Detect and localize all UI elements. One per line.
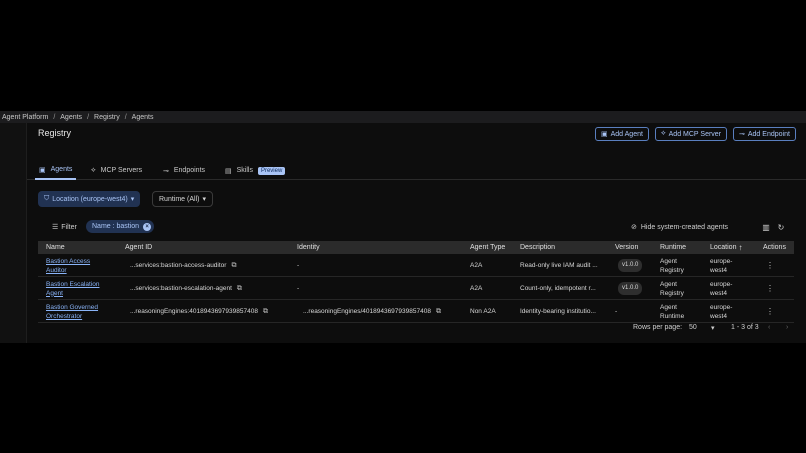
next-page-icon[interactable]: ›	[786, 324, 788, 331]
visibility-off-icon: ⊘	[631, 224, 637, 231]
add-mcp-server-button[interactable]: ⟡ Add MCP Server	[655, 127, 728, 141]
page-title: Registry	[38, 128, 72, 138]
add-endpoint-button[interactable]: ⊸ Add Endpoint	[733, 127, 796, 141]
more-actions-icon[interactable]: ⋮	[766, 300, 774, 323]
identity-cell: -	[297, 285, 300, 292]
description-cell: Count-only, idempotent r...	[520, 285, 596, 292]
table-row: Bastion Governed Orchestrator ...reasoni…	[38, 300, 794, 323]
copy-icon[interactable]: ⧉	[263, 307, 268, 316]
filter-icon: ⛉	[44, 195, 50, 202]
agent-name-link[interactable]: Bastion Governed Orchestrator	[46, 300, 98, 323]
copy-icon[interactable]: ⧉	[436, 307, 441, 316]
column-header-description[interactable]: Description	[520, 241, 555, 254]
agent-name-link[interactable]: Bastion Access Auditor	[46, 254, 90, 277]
mcp-icon: ⟡	[661, 130, 666, 137]
dropdown-arrow-icon: ▾	[202, 196, 206, 203]
description-cell: Read-only live IAM audit ...	[520, 262, 598, 269]
column-header-agent-id[interactable]: Agent ID	[125, 241, 152, 254]
name-filter-chip[interactable]: Name : bastion ×	[86, 220, 155, 233]
column-display-icon[interactable]: ▥	[760, 220, 772, 234]
tab-mcp-servers[interactable]: ⟡ MCP Servers	[91, 161, 142, 180]
rows-per-page-label: Rows per page:	[633, 324, 683, 331]
clear-chip-icon[interactable]: ×	[143, 222, 152, 231]
hide-system-agents-toggle[interactable]: ⊘ Hide system-created agents	[631, 220, 728, 234]
agent-id-cell: ...reasoningEngines:4018943697939857408 …	[130, 307, 268, 316]
dropdown-arrow-icon: ▾	[130, 196, 135, 203]
tab-endpoints[interactable]: ⊸ Endpoints	[163, 161, 205, 180]
agent-id-cell: ...services:bastion-access-auditor ⧉	[130, 261, 237, 270]
location-cell: europe- west4	[710, 257, 733, 274]
agent-type-cell: Non A2A	[470, 308, 496, 315]
column-header-identity[interactable]: Identity	[297, 241, 320, 254]
version-cell: v1.0.0	[618, 277, 643, 300]
tab-agents[interactable]: ▣ Agents	[35, 161, 77, 180]
location-cell: europe- west4	[710, 280, 733, 297]
runtime-cell: Agent Registry	[660, 257, 684, 274]
identity-cell: ...reasoningEngines/4018943697939857408 …	[303, 307, 441, 316]
agent-type-cell: A2A	[470, 285, 483, 292]
version-badge: v1.0.0	[618, 259, 643, 272]
left-rail	[0, 123, 27, 343]
table-row: Bastion Escalation Agent ...services:bas…	[38, 277, 794, 300]
runtime-filter-chip[interactable]: Runtime (All) ▾	[152, 191, 213, 207]
sort-arrow-up-icon: ↑	[738, 243, 743, 252]
dropdown-arrow-icon[interactable]: ▾	[711, 324, 715, 332]
endpoint-icon: ⊸	[163, 167, 169, 175]
agent-icon: ▣	[601, 131, 608, 138]
agent-type-cell: A2A	[470, 262, 483, 269]
column-header-actions: Actions	[763, 244, 786, 251]
tab-bar: ▣ Agents ⟡ MCP Servers ⊸ Endpoints ▤ Ski…	[27, 161, 806, 180]
pagination: Rows per page: 50 ▾ 1 - 3 of 3 ‹ ›	[633, 324, 789, 332]
runtime-cell: Agent Runtime	[660, 303, 685, 320]
mcp-icon: ⟡	[91, 166, 96, 174]
column-header-runtime[interactable]: Runtime	[660, 241, 686, 254]
column-header-location[interactable]: Location ↑	[710, 241, 742, 254]
agent-id-cell: ...services:bastion-escalation-agent ⧉	[130, 284, 242, 293]
endpoint-icon: ⊸	[739, 131, 745, 138]
column-header-name[interactable]: Name	[46, 241, 65, 254]
breadcrumb-item-current: Agents	[131, 113, 154, 121]
version-cell: v1.0.0	[618, 254, 643, 277]
previous-page-icon[interactable]: ‹	[768, 324, 770, 331]
top-blank-area	[0, 0, 806, 111]
skills-icon: ▤	[225, 167, 232, 175]
version-badge: v1.0.0	[618, 282, 643, 295]
breadcrumb-item-agents[interactable]: Agents	[60, 114, 82, 121]
runtime-cell: Agent Registry	[660, 280, 684, 297]
table-row: Bastion Access Auditor ...services:basti…	[38, 254, 794, 277]
location-filter-chip[interactable]: ⛉ Location (europe-west4) ▾	[38, 191, 141, 207]
breadcrumb-item-registry[interactable]: Registry	[94, 114, 120, 121]
page-range: 1 - 3 of 3	[731, 324, 759, 331]
copy-icon[interactable]: ⧉	[237, 284, 242, 293]
app-body: Registry ▣ Add Agent ⟡ Add MCP Server ⊸ …	[0, 123, 806, 453]
filter-list-icon: ☰	[52, 224, 59, 231]
main-content: Registry ▣ Add Agent ⟡ Add MCP Server ⊸ …	[27, 123, 806, 343]
filter-button[interactable]: ☰ Filter	[52, 220, 77, 234]
preview-badge: Preview	[257, 166, 286, 175]
more-actions-icon[interactable]: ⋮	[766, 277, 774, 300]
version-cell: -	[615, 308, 618, 315]
agents-table: Name Agent ID Identity Agent Type Descri…	[38, 241, 794, 323]
table-toolbar: ☰ Filter Name : bastion × ⊘ Hide system-…	[38, 220, 794, 234]
identity-cell: -	[297, 262, 300, 269]
add-agent-button[interactable]: ▣ Add Agent	[595, 127, 649, 141]
location-cell: europe- west4	[710, 303, 733, 320]
agent-name-link[interactable]: Bastion Escalation Agent	[46, 277, 99, 300]
agent-icon: ▣	[39, 166, 46, 174]
breadcrumb: Agent Platform / Agents / Registry / Age…	[0, 111, 806, 123]
column-header-version[interactable]: Version	[615, 241, 638, 254]
column-header-agent-type[interactable]: Agent Type	[470, 241, 505, 254]
refresh-icon[interactable]: ↻	[775, 220, 787, 234]
more-actions-icon[interactable]: ⋮	[766, 254, 774, 277]
tab-skills[interactable]: ▤ Skills Preview	[225, 161, 286, 180]
copy-icon[interactable]: ⧉	[231, 261, 236, 270]
description-cell: Identity-bearing institutio...	[520, 308, 596, 315]
table-header: Name Agent ID Identity Agent Type Descri…	[38, 241, 794, 254]
breadcrumb-item-agent-platform[interactable]: Agent Platform	[2, 114, 48, 121]
